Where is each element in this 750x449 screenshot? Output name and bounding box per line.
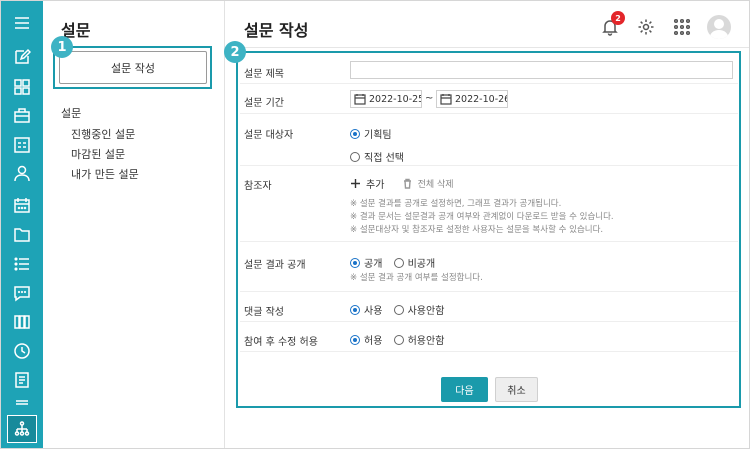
date-range-separator: ~ <box>425 93 434 104</box>
target-option-direct[interactable]: 직접 선택 <box>350 149 404 164</box>
org-chart-icon[interactable] <box>7 415 37 443</box>
side-menu: 설문 설문 작성 1 설문 진행중인 설문 마감된 설문 내가 만든 설문 <box>43 1 225 448</box>
bag-icon[interactable] <box>12 105 32 125</box>
form-row-comment: 댓글 작성 사용 사용안함 <box>240 292 738 322</box>
callout-badge-1: 1 <box>51 36 73 58</box>
next-button[interactable]: 다음 <box>441 377 488 402</box>
person-icon[interactable] <box>12 163 32 183</box>
public-option-private[interactable]: 비공개 <box>393 255 435 270</box>
chat-icon[interactable] <box>12 283 32 303</box>
form-row-title: 설문 제목 <box>240 57 738 84</box>
form-row-reference: 참조자 추가 전체 삭제 ※ 설문 결과를 공개로 설정하면, 그래프 결과가 … <box>240 166 738 242</box>
note-icon[interactable] <box>12 370 32 390</box>
public-option-open[interactable]: 공개 <box>350 255 382 270</box>
radio-selected <box>350 334 360 345</box>
comment-option-use[interactable]: 사용 <box>350 302 382 317</box>
form-row-period: 설문 기간 2022-10-25 ~ 2022-10-26 <box>240 84 738 114</box>
radio-selected <box>350 257 360 268</box>
page-title: 설문 작성 <box>244 21 309 40</box>
comment-label: 댓글 작성 <box>244 307 284 318</box>
header-divider <box>226 47 749 48</box>
settings-button[interactable] <box>635 16 657 38</box>
radio-selected <box>350 128 360 139</box>
edit-option-allow[interactable]: 허용 <box>350 332 382 347</box>
reference-note-1: ※ 설문 결과를 공개로 설정하면, 그래프 결과가 공개됩니다. <box>350 199 562 209</box>
cancel-button[interactable]: 취소 <box>495 377 538 402</box>
icon-rail <box>1 1 43 448</box>
radio-unselected <box>393 257 404 268</box>
radio-unselected <box>393 334 404 345</box>
survey-period-label: 설문 기간 <box>244 98 284 109</box>
contact-card-icon[interactable] <box>12 135 32 155</box>
end-date-input[interactable]: 2022-10-26 <box>436 90 508 108</box>
calendar-icon <box>440 93 452 105</box>
edit-option-deny[interactable]: 허용안함 <box>393 332 444 347</box>
menu-item-closed[interactable]: 마감된 설문 <box>71 146 125 162</box>
folder-icon[interactable] <box>12 224 32 244</box>
grid-icon[interactable] <box>12 77 32 97</box>
menu-item-ongoing[interactable]: 진행중인 설문 <box>71 126 135 142</box>
reference-label: 참조자 <box>244 181 272 192</box>
list-icon[interactable] <box>12 254 32 274</box>
survey-target-label: 설문 대상자 <box>244 130 294 141</box>
survey-title-input[interactable] <box>350 61 733 79</box>
start-date-input[interactable]: 2022-10-25 <box>350 90 422 108</box>
avatar[interactable] <box>707 15 731 39</box>
delete-all-reference-button[interactable]: 전체 삭제 <box>402 177 454 190</box>
comment-option-nouse[interactable]: 사용안함 <box>393 302 444 317</box>
menu-icon[interactable] <box>12 13 32 33</box>
public-result-label: 설문 결과 공개 <box>244 260 306 271</box>
target-option-team[interactable]: 기획팀 <box>350 126 392 141</box>
minus-icon[interactable] <box>12 394 32 414</box>
radio-selected <box>350 304 360 315</box>
notification-count-badge: 2 <box>611 11 625 25</box>
new-survey-button[interactable]: 설문 작성 <box>59 51 207 84</box>
app-window: 설문 설문 작성 1 설문 진행중인 설문 마감된 설문 내가 만든 설문 설문… <box>0 0 750 449</box>
end-date-value: 2022-10-26 <box>455 93 508 105</box>
radio-unselected <box>393 304 404 315</box>
reference-notes: ※ 설문 결과를 공개로 설정하면, 그래프 결과가 공개됩니다. ※ 결과 문… <box>350 198 614 237</box>
reference-note-2: ※ 결과 문서는 설문결과 공개 여부와 관계없이 다운로드 받을 수 있습니다… <box>350 212 614 222</box>
plus-icon <box>351 179 360 188</box>
calendar-icon <box>354 93 366 105</box>
start-date-value: 2022-10-25 <box>369 93 422 105</box>
menu-group-label: 설문 <box>61 107 82 120</box>
apps-button[interactable] <box>671 16 693 38</box>
header-toolbar: 2 <box>599 11 731 39</box>
public-result-note: ※ 설문 결과 공개 여부를 설정합니다. <box>350 273 483 283</box>
calendar-icon[interactable] <box>12 195 32 215</box>
notification-button[interactable]: 2 <box>599 11 625 38</box>
menu-item-mine[interactable]: 내가 만든 설문 <box>71 166 139 182</box>
main-panel: 설문 작성 2 2 설문 제목 설문 기간 2022-10-25 ~ 2022-… <box>224 1 749 448</box>
form-row-edit: 참여 후 수정 허용 허용 허용안함 <box>240 322 738 352</box>
form-row-public: 설문 결과 공개 공개 비공개 ※ 설문 결과 공개 여부를 설정합니다. <box>240 242 738 292</box>
gear-icon <box>638 19 654 35</box>
form-row-target: 설문 대상자 기획팀 직접 선택 <box>240 114 738 166</box>
edit-after-label: 참여 후 수정 허용 <box>244 337 318 348</box>
reference-note-3: ※ 설문대상자 및 참조자로 설정한 사용자는 설문을 복사할 수 있습니다. <box>350 225 604 235</box>
survey-title-label: 설문 제목 <box>244 69 284 80</box>
apps-grid-icon <box>673 18 691 36</box>
add-reference-button[interactable]: 추가 <box>350 176 384 191</box>
trash-icon <box>403 178 411 189</box>
radio-unselected <box>350 151 360 162</box>
boards-icon[interactable] <box>12 312 32 332</box>
edit-icon[interactable] <box>12 47 32 67</box>
clock-icon[interactable] <box>12 341 32 361</box>
